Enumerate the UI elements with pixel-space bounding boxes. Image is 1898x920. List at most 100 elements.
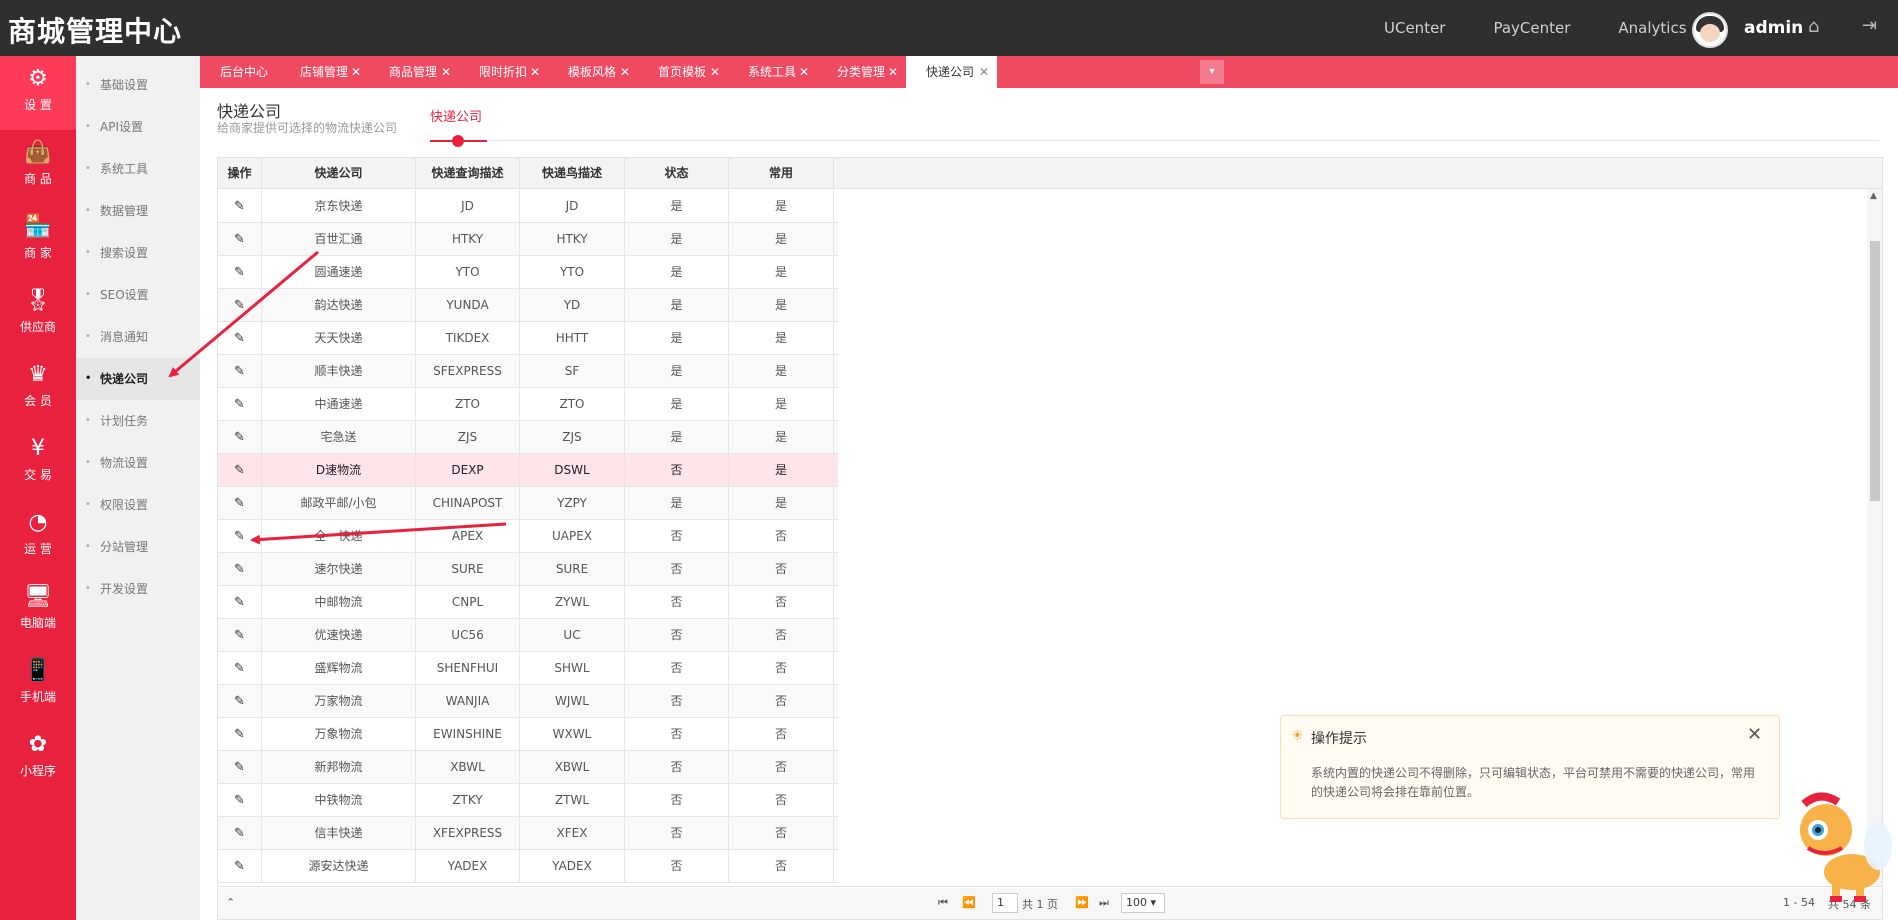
sub-nav-item[interactable]: API设置 bbox=[76, 106, 200, 148]
table-row[interactable]: ✎ D速物流 DEXP DSWL 否是 bbox=[218, 454, 838, 487]
table-row[interactable]: ✎ 中铁物流 ZTKY ZTWL 否否 bbox=[218, 784, 838, 817]
tab-close-icon[interactable]: ✕ bbox=[530, 56, 540, 88]
main-nav-item[interactable]: ◔ 运 营 bbox=[0, 500, 76, 574]
column-header[interactable]: 常用 bbox=[729, 158, 834, 189]
tab[interactable]: 系统工具 ✕ bbox=[728, 56, 817, 88]
sub-nav-item[interactable]: 物流设置 bbox=[76, 442, 200, 484]
table-row[interactable]: ✎ 新邦物流 XBWL XBWL 否否 bbox=[218, 751, 838, 784]
next-page-icon[interactable]: ⏩ bbox=[1075, 896, 1089, 909]
edit-icon[interactable]: ✎ bbox=[234, 529, 245, 544]
page-input[interactable]: 1 bbox=[992, 893, 1018, 913]
scroll-up-icon[interactable]: ▲ bbox=[1870, 191, 1877, 201]
tab[interactable]: 快递公司 ✕ bbox=[906, 56, 997, 88]
main-nav-item[interactable]: 👜 商 品 bbox=[0, 130, 76, 204]
tab-close-icon[interactable]: ✕ bbox=[620, 56, 630, 88]
table-row[interactable]: ✎ 万象物流 EWINSHINE WXWL 否否 bbox=[218, 718, 838, 751]
collapse-icon[interactable]: ⌃ bbox=[226, 896, 235, 909]
table-row[interactable]: ✎ 顺丰快递 SFEXPRESS SF 是是 bbox=[218, 355, 838, 388]
sub-nav-item[interactable]: 快递公司 bbox=[76, 358, 200, 400]
main-nav-item[interactable]: ⚙ 设 置 bbox=[0, 56, 76, 130]
sub-nav-item[interactable]: SEO设置 bbox=[76, 274, 200, 316]
main-nav-item[interactable]: 📱 手机端 bbox=[0, 648, 76, 722]
table-row[interactable]: ✎ 韵达快递 YUNDA YD 是是 bbox=[218, 289, 838, 322]
table-row[interactable]: ✎ 邮政平邮/小包 CHINAPOST YZPY 是是 bbox=[218, 487, 838, 520]
edit-icon[interactable]: ✎ bbox=[234, 562, 245, 577]
edit-icon[interactable]: ✎ bbox=[234, 430, 245, 445]
home-icon[interactable]: ⌂ bbox=[1808, 16, 1819, 37]
column-header[interactable]: 操作 bbox=[218, 158, 262, 189]
table-row[interactable]: ✎ 圆通速递 YTO YTO 是是 bbox=[218, 256, 838, 289]
edit-icon[interactable]: ✎ bbox=[234, 265, 245, 280]
username[interactable]: admin bbox=[1744, 18, 1803, 38]
edit-icon[interactable]: ✎ bbox=[234, 364, 245, 379]
main-nav-item[interactable]: ✿ 小程序 bbox=[0, 722, 76, 796]
sub-nav-item[interactable]: 计划任务 bbox=[76, 400, 200, 442]
table-row[interactable]: ✎ 信丰快递 XFEXPRESS XFEX 否否 bbox=[218, 817, 838, 850]
table-row[interactable]: ✎ 速尔快递 SURE SURE 否否 bbox=[218, 553, 838, 586]
sub-nav-item[interactable]: 分站管理 bbox=[76, 526, 200, 568]
main-nav-item[interactable]: 🎖 供应商 bbox=[0, 278, 76, 352]
page-size-select[interactable]: 100 ▾ bbox=[1121, 893, 1165, 913]
table-row[interactable]: ✎ 天天快递 TIKDEX HHTT 是是 bbox=[218, 322, 838, 355]
column-header[interactable]: 状态 bbox=[625, 158, 729, 189]
edit-icon[interactable]: ✎ bbox=[234, 331, 245, 346]
sub-nav-item[interactable]: 基础设置 bbox=[76, 64, 200, 106]
tab-more-button[interactable]: ▾ bbox=[1200, 60, 1224, 84]
table-row[interactable]: ✎ 盛辉物流 SHENFHUI SHWL 否否 bbox=[218, 652, 838, 685]
mascot-horse-image[interactable] bbox=[1780, 786, 1896, 906]
main-nav-item[interactable]: 🖥 电脑端 bbox=[0, 574, 76, 648]
tab-close-icon[interactable]: ✕ bbox=[799, 56, 809, 88]
sub-nav-item[interactable]: 权限设置 bbox=[76, 484, 200, 526]
close-icon[interactable]: ✕ bbox=[1747, 724, 1762, 745]
edit-icon[interactable]: ✎ bbox=[234, 463, 245, 478]
tab[interactable]: 限时折扣 ✕ bbox=[459, 56, 548, 88]
prev-page-icon[interactable]: ⏪ bbox=[962, 896, 976, 909]
tab[interactable]: 分类管理 ✕ bbox=[817, 56, 906, 88]
tab[interactable]: 店铺管理 ✕ bbox=[280, 56, 369, 88]
edit-icon[interactable]: ✎ bbox=[234, 397, 245, 412]
table-row[interactable]: ✎ 全一快递 APEX UAPEX 否否 bbox=[218, 520, 838, 553]
vertical-scrollbar[interactable]: ▲ bbox=[1867, 189, 1882, 886]
tab-close-icon[interactable]: ✕ bbox=[441, 56, 451, 88]
table-row[interactable]: ✎ 中通速递 ZTO ZTO 是是 bbox=[218, 388, 838, 421]
sub-nav-item[interactable]: 搜索设置 bbox=[76, 232, 200, 274]
edit-icon[interactable]: ✎ bbox=[234, 199, 245, 214]
main-nav-item[interactable]: ♛ 会 员 bbox=[0, 352, 76, 426]
main-nav-item[interactable]: 🏪 商 家 bbox=[0, 204, 76, 278]
column-header[interactable]: 快递鸟描述 bbox=[520, 158, 625, 189]
tab-close-icon[interactable]: ✕ bbox=[979, 56, 989, 88]
table-row[interactable]: ✎ 京东快递 JD JD 是是 bbox=[218, 190, 838, 223]
edit-icon[interactable]: ✎ bbox=[234, 628, 245, 643]
sub-nav-item[interactable]: 消息通知 bbox=[76, 316, 200, 358]
tab[interactable]: 首页模板 ✕ bbox=[638, 56, 728, 88]
sub-nav-item[interactable]: 数据管理 bbox=[76, 190, 200, 232]
edit-icon[interactable]: ✎ bbox=[234, 694, 245, 709]
column-header[interactable]: 快递公司 bbox=[262, 158, 416, 189]
logout-icon[interactable]: ⇥ bbox=[1862, 15, 1877, 36]
last-page-icon[interactable]: ⏭ bbox=[1099, 896, 1109, 910]
tab[interactable]: 后台中心 bbox=[200, 56, 280, 88]
edit-icon[interactable]: ✎ bbox=[234, 727, 245, 742]
tab-close-icon[interactable]: ✕ bbox=[888, 56, 898, 88]
avatar[interactable] bbox=[1692, 12, 1728, 48]
table-row[interactable]: ✎ 百世汇通 HTKY HTKY 是是 bbox=[218, 223, 838, 256]
tab[interactable]: 商品管理 ✕ bbox=[369, 56, 459, 88]
table-row[interactable]: ✎ 宅急送 ZJS ZJS 是是 bbox=[218, 421, 838, 454]
tab-close-icon[interactable]: ✕ bbox=[351, 56, 361, 88]
edit-icon[interactable]: ✎ bbox=[234, 496, 245, 511]
link-paycenter[interactable]: PayCenter bbox=[1493, 19, 1570, 37]
first-page-icon[interactable]: ⏮ bbox=[938, 896, 948, 910]
column-header[interactable]: 快递查询描述 bbox=[416, 158, 520, 189]
edit-icon[interactable]: ✎ bbox=[234, 595, 245, 610]
edit-icon[interactable]: ✎ bbox=[234, 232, 245, 247]
sub-nav-item[interactable]: 系统工具 bbox=[76, 148, 200, 190]
scroll-thumb[interactable] bbox=[1870, 241, 1880, 501]
main-nav-item[interactable]: ¥ 交 易 bbox=[0, 426, 76, 500]
table-row[interactable]: ✎ 源安达快递 YADEX YADEX 否否 bbox=[218, 850, 838, 883]
table-row[interactable]: ✎ 中邮物流 CNPL ZYWL 否否 bbox=[218, 586, 838, 619]
table-row[interactable]: ✎ 万家物流 WANJIA WJWL 否否 bbox=[218, 685, 838, 718]
sub-nav-item[interactable]: 开发设置 bbox=[76, 568, 200, 610]
edit-icon[interactable]: ✎ bbox=[234, 793, 245, 808]
edit-icon[interactable]: ✎ bbox=[234, 661, 245, 676]
table-row[interactable]: ✎ 优速快递 UC56 UC 否否 bbox=[218, 619, 838, 652]
